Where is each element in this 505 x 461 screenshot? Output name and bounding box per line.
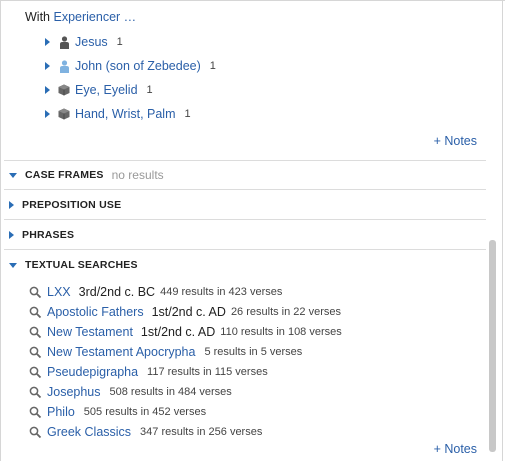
search-count: 26 results in 22 verses [230,306,341,318]
experiencer-item-john[interactable]: John (son of Zebedee) 1 [45,57,216,75]
vertical-scrollbar[interactable] [489,240,496,452]
cube-icon [58,107,70,121]
divider [4,219,486,220]
search-count: 117 results in 115 verses [147,366,268,378]
with-experiencer-row: With Experiencer … [25,10,136,24]
experiencer-count: 1 [209,60,216,72]
collapse-triangle-icon[interactable] [9,172,17,178]
experiencer-item-hand[interactable]: Hand, Wrist, Palm 1 [45,105,191,123]
search-row-pseudepigrapha[interactable]: Pseudepigrapha 117 results in 115 verses [29,363,268,381]
experiencer-label[interactable]: Jesus [75,35,108,49]
search-row-philo[interactable]: Philo 505 results in 452 verses [29,403,206,421]
experiencer-label[interactable]: Eye, Eyelid [75,83,138,97]
expand-triangle-icon[interactable] [45,110,50,118]
search-count: 110 results in 108 verses [220,326,342,338]
search-icon[interactable] [29,286,42,299]
search-label[interactable]: Josephus [47,385,101,399]
expand-triangle-icon[interactable] [45,38,50,46]
search-label[interactable]: LXX [47,285,71,299]
section-title[interactable]: CASE FRAMES [25,169,104,181]
search-row-greek-classics[interactable]: Greek Classics 347 results in 256 verses [29,423,262,441]
section-phrases[interactable]: PHRASES [9,225,74,245]
search-label[interactable]: New Testament Apocrypha [47,345,195,359]
expand-triangle-icon[interactable] [45,62,50,70]
with-prefix: With [25,10,50,24]
section-title[interactable]: TEXTUAL SEARCHES [25,259,138,271]
search-row-apostolic-fathers[interactable]: Apostolic Fathers 1st/2nd c. AD 26 resul… [29,303,341,321]
section-preposition-use[interactable]: PREPOSITION USE [9,195,121,215]
search-label[interactable]: Philo [47,405,75,419]
search-count: 5 results in 5 verses [204,346,303,358]
experiencer-count: 1 [116,36,123,48]
section-title[interactable]: PREPOSITION USE [22,199,121,211]
experiencer-label[interactable]: John (son of Zebedee) [75,59,201,73]
collapse-triangle-icon[interactable] [9,262,17,268]
experiencer-item-jesus[interactable]: Jesus 1 [45,33,123,51]
expand-triangle-icon[interactable] [45,86,50,94]
search-row-lxx[interactable]: LXX 3rd/2nd c. BC 449 results in 423 ver… [29,283,282,301]
experiencer-count: 1 [146,84,153,96]
person-icon [58,35,70,49]
search-row-new-testament[interactable]: New Testament 1st/2nd c. AD 110 results … [29,323,342,341]
search-date: 3rd/2nd c. BC [78,285,156,299]
search-row-josephus[interactable]: Josephus 508 results in 484 verses [29,383,232,401]
search-icon[interactable] [29,306,42,319]
experiencer-item-eye[interactable]: Eye, Eyelid 1 [45,81,153,99]
search-date: 1st/2nd c. AD [140,325,216,339]
section-textual-searches[interactable]: TEXTUAL SEARCHES [9,255,138,275]
search-label[interactable]: Pseudepigrapha [47,365,138,379]
experiencer-label[interactable]: Hand, Wrist, Palm [75,107,176,121]
section-status: no results [111,168,164,182]
search-date: 1st/2nd c. AD [151,305,226,319]
person-icon [58,59,70,73]
search-icon[interactable] [29,326,42,339]
search-icon[interactable] [29,406,42,419]
search-icon[interactable] [29,366,42,379]
search-row-nt-apocrypha[interactable]: New Testament Apocrypha 5 results in 5 v… [29,343,302,361]
panel-top-border [0,0,505,1]
cube-icon [58,83,70,97]
search-count: 347 results in 256 verses [140,426,263,438]
search-icon[interactable] [29,386,42,399]
divider [4,189,486,190]
search-count: 449 results in 423 verses [160,286,283,298]
divider [4,249,486,250]
experiencer-link[interactable]: Experiencer … [53,10,136,24]
search-label[interactable]: Apostolic Fathers [47,305,144,319]
search-icon[interactable] [29,426,42,439]
section-title[interactable]: PHRASES [22,229,74,241]
divider [4,160,486,161]
add-notes-link[interactable]: + Notes [434,134,477,148]
search-count: 508 results in 484 verses [109,386,232,398]
search-icon[interactable] [29,346,42,359]
search-label[interactable]: New Testament [47,325,133,339]
section-case-frames[interactable]: CASE FRAMES no results [9,165,164,185]
expand-triangle-icon[interactable] [9,201,14,209]
add-notes-link[interactable]: + Notes [434,442,477,456]
expand-triangle-icon[interactable] [9,231,14,239]
experiencer-count: 1 [184,108,191,120]
search-count: 505 results in 452 verses [83,406,207,418]
search-label[interactable]: Greek Classics [47,425,131,439]
